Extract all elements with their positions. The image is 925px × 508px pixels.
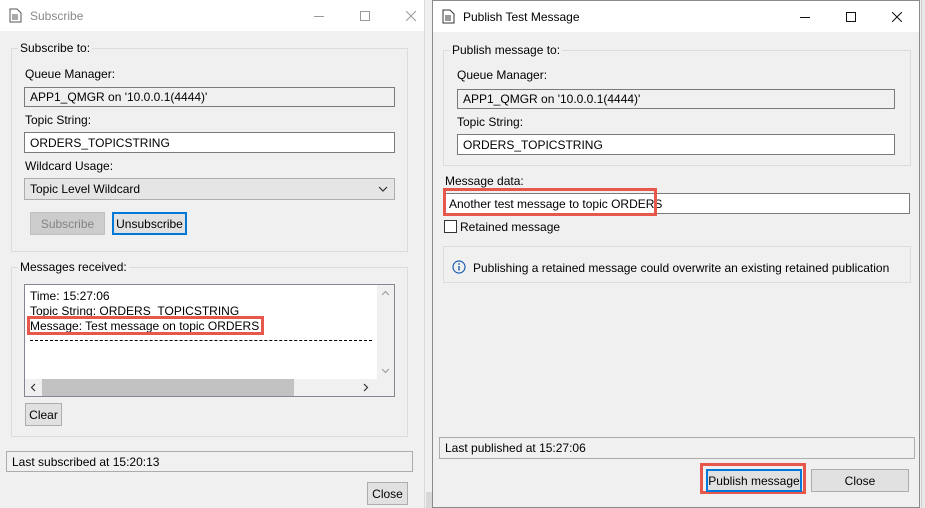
minimize-button[interactable]	[782, 1, 828, 32]
topic-string-input[interactable]: ORDERS_TOPICSTRING	[24, 132, 395, 153]
publish-close-button[interactable]: Close	[811, 469, 909, 492]
group-title: Publish message to:	[450, 43, 563, 57]
window-title: Publish Test Message	[463, 10, 580, 24]
background-window-edge	[921, 0, 925, 508]
publish-titlebar[interactable]: Publish Test Message	[433, 1, 919, 32]
info-text: Publishing a retained message could over…	[473, 261, 890, 275]
publish-message-button[interactable]: Publish message	[706, 469, 802, 492]
message-highlight-box	[27, 316, 264, 335]
maximize-button[interactable]	[828, 1, 874, 32]
wildcard-usage-select[interactable]: Topic Level Wildcard	[24, 178, 395, 200]
subscribe-close-button[interactable]: Close	[367, 482, 408, 505]
scroll-up-icon[interactable]	[381, 290, 390, 296]
wildcard-usage-label: Wildcard Usage:	[25, 159, 114, 173]
subscribe-titlebar[interactable]: Subscribe	[0, 0, 424, 31]
maximize-icon	[846, 11, 856, 22]
close-window-button[interactable]	[874, 1, 919, 32]
close-icon	[892, 11, 902, 22]
scroll-right-icon[interactable]	[363, 383, 369, 392]
subscribe-button[interactable]: Subscribe	[30, 212, 105, 235]
message-data-highlight-box	[443, 188, 657, 216]
clear-button[interactable]: Clear	[25, 403, 62, 426]
minimize-icon	[800, 16, 810, 18]
topic-string-label: Topic String:	[25, 113, 92, 127]
subscribe-status-bar: Last subscribed at 15:20:13	[6, 451, 413, 472]
document-icon	[442, 9, 455, 24]
topic-string-input[interactable]: ORDERS_TOPICSTRING	[457, 134, 895, 155]
unsubscribe-button[interactable]: Unsubscribe	[112, 212, 187, 235]
wildcard-selected-value: Topic Level Wildcard	[30, 182, 141, 196]
close-icon	[406, 10, 416, 21]
message-time: Time: 15:27:06	[30, 289, 110, 303]
window-title: Subscribe	[30, 9, 84, 23]
queue-manager-field[interactable]: APP1_QMGR on '10.0.0.1(4444)'	[457, 89, 895, 109]
topic-string-label: Topic String:	[457, 115, 524, 129]
horizontal-scrollbar[interactable]	[25, 379, 394, 396]
vertical-scrollbar[interactable]	[377, 285, 394, 379]
maximize-button[interactable]	[342, 0, 388, 31]
minimize-button[interactable]	[296, 0, 342, 31]
horizontal-scroll-thumb[interactable]	[42, 379, 294, 396]
maximize-icon	[360, 10, 370, 21]
scroll-down-icon[interactable]	[381, 368, 390, 374]
message-data-label: Message data:	[445, 174, 524, 188]
publish-status-bar: Last published at 15:27:06	[439, 437, 915, 459]
group-title: Subscribe to:	[18, 41, 93, 55]
queue-manager-field[interactable]: APP1_QMGR on '10.0.0.1(4444)'	[24, 87, 395, 107]
close-window-button[interactable]	[388, 0, 424, 31]
scroll-left-icon[interactable]	[30, 383, 36, 392]
minimize-icon	[314, 15, 324, 17]
queue-manager-label: Queue Manager:	[25, 67, 116, 81]
message-separator	[30, 340, 372, 341]
document-icon	[9, 8, 22, 23]
messages-list[interactable]: Time: 15:27:06 Topic String: ORDERS_TOPI…	[24, 284, 395, 397]
messages-group-title: Messages received:	[18, 260, 129, 274]
retained-checkbox[interactable]	[444, 220, 457, 233]
subscribe-window: Subscribe Subscribe to: Queue Manager: A…	[0, 0, 425, 508]
chevron-down-icon	[378, 186, 388, 192]
publish-window: Publish Test Message Publish message to:…	[432, 0, 920, 508]
info-icon	[452, 260, 466, 274]
retained-label: Retained message	[460, 220, 561, 234]
queue-manager-label: Queue Manager:	[457, 68, 548, 82]
